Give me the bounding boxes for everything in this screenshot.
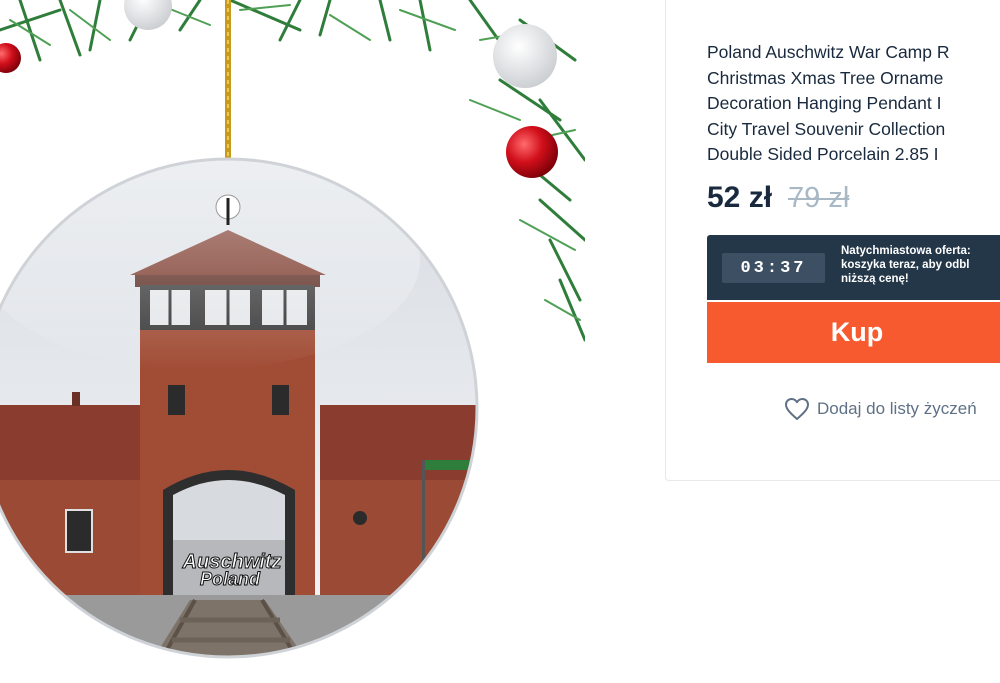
offer-text-line: koszyka teraz, aby odbl: [841, 259, 970, 271]
product-image[interactable]: Auschwitz Poland: [0, 0, 585, 683]
instant-offer-banner: 03:37 Natychmiastowa oferta: koszyka ter…: [707, 235, 1000, 300]
wishlist-label: Dodaj do listy życzeń: [817, 399, 977, 418]
add-to-wishlist-link[interactable]: Dodaj do listy życzeń: [784, 397, 977, 421]
product-title: Poland Auschwitz War Camp R Christmas Xm…: [707, 40, 1000, 168]
current-price: 52 zł: [707, 181, 773, 214]
white-bauble: [124, 0, 172, 30]
image-caption-line2: Poland: [200, 569, 261, 589]
offer-text-line: niższą cenę!: [841, 273, 909, 285]
buy-button[interactable]: Kup: [707, 302, 1000, 363]
product-title-line: Decoration Hanging Pendant I: [707, 93, 942, 113]
original-price: 79 zł: [788, 182, 850, 214]
heart-icon: [785, 398, 809, 420]
price-row: 52 zł 79 zł: [707, 181, 849, 221]
product-title-line: City Travel Souvenir Collection: [707, 118, 946, 139]
snowflake: [560, 88, 585, 112]
product-title-line: Poland Auschwitz War Camp R: [707, 42, 950, 62]
ornament-illustration: Auschwitz Poland: [0, 0, 585, 659]
offer-text-line: Natychmiastowa oferta:: [841, 245, 971, 257]
offer-text: Natychmiastowa oferta: koszyka teraz, ab…: [841, 244, 1000, 286]
product-title-line: Christmas Xmas Tree Orname: [707, 67, 944, 88]
red-bauble: [506, 126, 558, 178]
countdown-timer: 03:37: [722, 253, 825, 283]
red-bauble: [0, 43, 21, 73]
product-title-line: Double Sided Porcelain 2.85 I: [707, 144, 939, 164]
white-bauble: [493, 24, 557, 88]
